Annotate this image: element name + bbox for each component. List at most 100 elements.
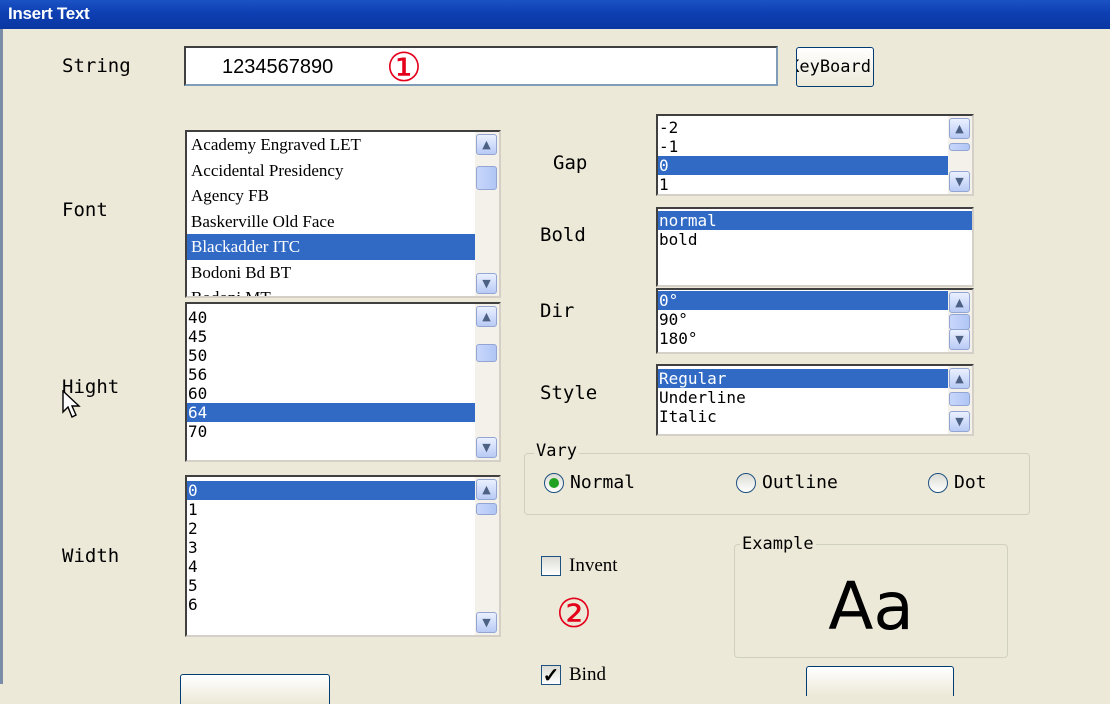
marker-two: ② [556,591,592,637]
list-item[interactable]: Agency FB [187,183,475,209]
scroll-thumb[interactable] [476,344,497,362]
style-scrollbar[interactable]: ▲ ▼ [948,366,972,434]
string-input[interactable]: 1234567890 [184,46,778,86]
height-list[interactable]: 40 45 50 56 60 64 70 ▲ ▼ [185,302,501,462]
scroll-down-button[interactable]: ▼ [476,273,497,294]
invent-checkbox[interactable]: Invent [541,555,618,577]
list-item-selected[interactable]: 64 [187,403,475,422]
window-title: Insert Text [0,0,1110,29]
list-item[interactable]: Academy Engraved LET [187,132,475,158]
scroll-up-button[interactable]: ▲ [949,118,970,139]
list-item[interactable]: 2 [187,519,475,538]
gap-label: Gap [553,152,588,174]
scroll-down-button[interactable]: ▼ [949,329,970,350]
bold-label: Bold [540,224,586,246]
list-item[interactable]: -1 [658,137,948,156]
list-item[interactable]: Accidental Presidency [187,158,475,184]
bold-list[interactable]: normal bold [656,207,974,287]
bottom-left-button[interactable] [180,674,330,704]
scroll-down-button[interactable]: ▼ [949,411,970,432]
gap-list[interactable]: -2 -1 0 1 ▲ ▼ [656,114,974,196]
chevron-down-icon: ▼ [955,415,964,428]
list-item[interactable]: 4 [187,557,475,576]
list-item[interactable]: 1 [187,500,475,519]
radio-outline[interactable]: Outline [736,472,838,493]
chevron-down-icon: ▼ [482,277,491,290]
scroll-thumb[interactable] [476,166,497,190]
checkbox-label: Invent [569,555,618,576]
list-item-selected[interactable]: normal [658,211,972,230]
width-label: Width [62,545,120,567]
list-item-selected[interactable]: Blackadder ITC [187,234,475,260]
scroll-down-button[interactable]: ▼ [476,612,497,633]
list-item[interactable]: 56 [187,365,475,384]
scroll-up-button[interactable]: ▲ [476,134,497,155]
list-item-selected[interactable]: 0 [187,481,475,500]
checkbox-checked-icon: ✓ [541,664,561,687]
string-label: String [62,55,131,77]
dir-list[interactable]: 0° 90° 180° ▲ ▼ [656,288,974,354]
scroll-thumb[interactable] [949,392,970,406]
style-label: Style [540,382,598,404]
chevron-up-icon: ▲ [482,483,491,496]
example-group-title: Example [740,534,816,554]
keyboard-button[interactable]: KeyBoard [796,47,874,87]
checkbox-label: Bind [569,664,606,685]
list-item[interactable]: 45 [187,327,475,346]
chevron-up-icon: ▲ [955,372,964,385]
font-list[interactable]: Academy Engraved LET Accidental Presiden… [185,130,501,298]
list-item[interactable]: -2 [658,118,948,137]
list-item[interactable]: bold [658,230,972,249]
scroll-down-button[interactable]: ▼ [476,437,497,458]
chevron-down-icon: ▼ [955,333,964,346]
list-item[interactable]: 1 [658,175,948,194]
height-scrollbar[interactable]: ▲ ▼ [475,304,499,460]
radio-dot[interactable]: Dot [928,472,987,493]
bottom-right-button[interactable] [806,666,954,696]
list-item[interactable]: 60 [187,384,475,403]
list-item[interactable]: 90° [658,310,948,329]
list-item[interactable]: 6 [187,595,475,614]
mouse-cursor-icon [62,390,81,418]
list-item[interactable]: 3 [187,538,475,557]
scroll-thumb[interactable] [949,143,970,151]
scroll-up-button[interactable]: ▲ [949,368,970,389]
scroll-down-button[interactable]: ▼ [949,171,970,192]
list-item[interactable]: 40 [187,308,475,327]
scroll-up-button[interactable]: ▲ [476,306,497,327]
width-scrollbar[interactable]: ▲ ▼ [475,477,499,635]
dir-label: Dir [540,300,575,322]
chevron-up-icon: ▲ [482,138,491,151]
list-item[interactable]: Bodoni MT [187,285,475,296]
list-item[interactable]: 180° [658,329,948,348]
list-item[interactable]: Baskerville Old Face [187,209,475,235]
radio-normal[interactable]: Normal [544,472,635,493]
list-item[interactable]: 50 [187,346,475,365]
checkbox-unchecked-icon [541,556,561,576]
list-item[interactable]: 5 [187,576,475,595]
scroll-up-button[interactable]: ▲ [949,292,970,313]
bind-checkbox[interactable]: ✓ Bind [541,664,606,687]
font-scrollbar[interactable]: ▲ ▼ [475,132,499,296]
scroll-up-button[interactable]: ▲ [476,479,497,500]
list-item[interactable]: Italic [658,407,948,426]
list-item-selected[interactable]: Regular [658,369,948,388]
scroll-thumb[interactable] [949,314,970,330]
radio-unchecked-icon [928,472,948,493]
radio-unchecked-icon [736,472,756,493]
list-item-selected[interactable]: 0° [658,291,948,310]
list-item-selected[interactable]: 0 [658,156,948,175]
gap-scrollbar[interactable]: ▲ ▼ [948,116,972,194]
window-left-border [0,29,3,684]
list-item[interactable]: Underline [658,388,948,407]
radio-checked-icon [544,472,564,493]
style-list[interactable]: Regular Underline Italic ▲ ▼ [656,364,974,436]
dir-scrollbar[interactable]: ▲ ▼ [948,290,972,352]
width-list[interactable]: 0 1 2 3 4 5 6 ▲ ▼ [185,475,501,637]
chevron-down-icon: ▼ [482,441,491,454]
chevron-up-icon: ▲ [955,296,964,309]
chevron-down-icon: ▼ [482,616,491,629]
scroll-thumb[interactable] [476,503,497,515]
list-item[interactable]: 70 [187,422,475,441]
list-item[interactable]: Bodoni Bd BT [187,260,475,286]
